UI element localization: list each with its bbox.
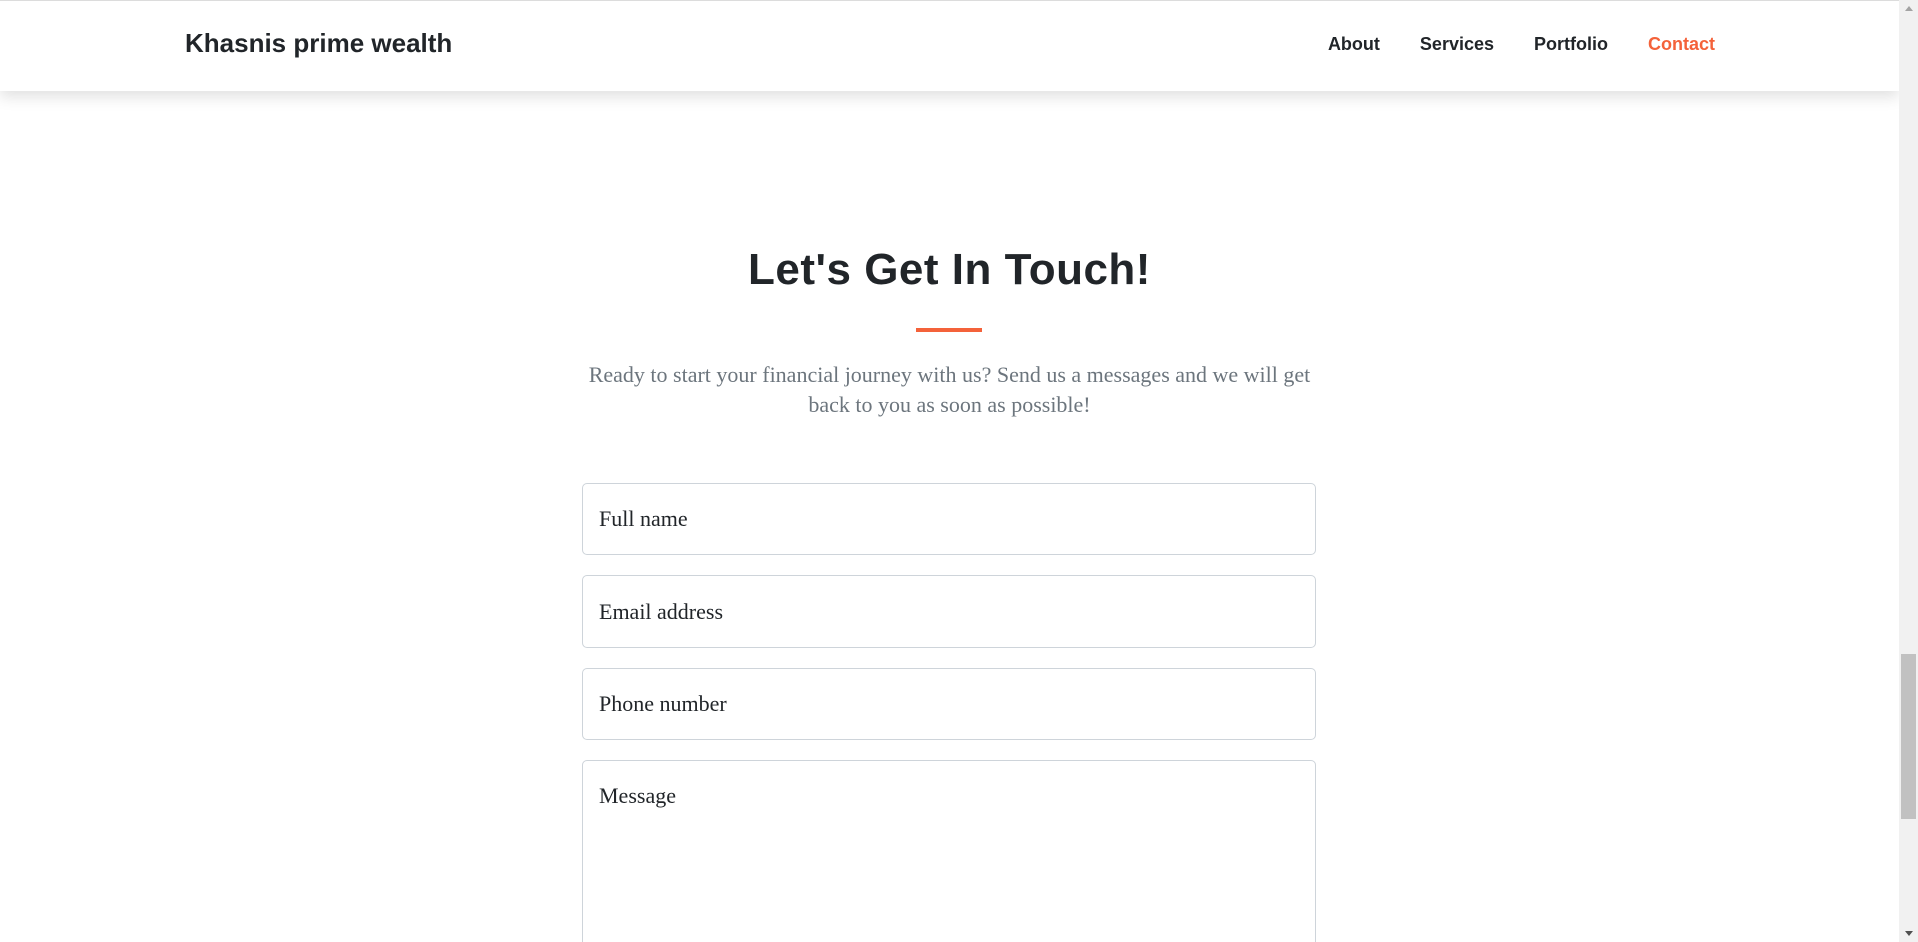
phone-number-input[interactable]	[582, 668, 1316, 740]
contact-lead-text: Ready to start your financial journey wi…	[588, 362, 1311, 417]
nav-link-services[interactable]: Services	[1420, 34, 1494, 55]
nav-links: About Services Portfolio Contact	[1328, 34, 1715, 55]
full-name-input[interactable]	[582, 483, 1316, 555]
navbar: Khasnis prime wealth About Services Port…	[0, 0, 1899, 91]
contact-section: Let's Get In Touch! Ready to start your …	[0, 0, 1899, 942]
message-textarea[interactable]	[582, 760, 1316, 942]
email-address-input[interactable]	[582, 575, 1316, 648]
brand-logo-link[interactable]: Khasnis prime wealth	[185, 28, 452, 59]
scroll-up-arrow-icon[interactable]	[1899, 0, 1918, 17]
vertical-scrollbar[interactable]	[1899, 0, 1918, 942]
nav-link-contact[interactable]: Contact	[1648, 34, 1715, 55]
scrollbar-thumb[interactable]	[1901, 654, 1916, 819]
contact-heading: Let's Get In Touch!	[748, 245, 1151, 294]
page: Khasnis prime wealth About Services Port…	[0, 0, 1918, 942]
heading-divider	[916, 328, 982, 332]
nav-link-portfolio[interactable]: Portfolio	[1534, 34, 1608, 55]
nav-link-about[interactable]: About	[1328, 34, 1380, 55]
scroll-down-arrow-icon[interactable]	[1899, 925, 1918, 942]
